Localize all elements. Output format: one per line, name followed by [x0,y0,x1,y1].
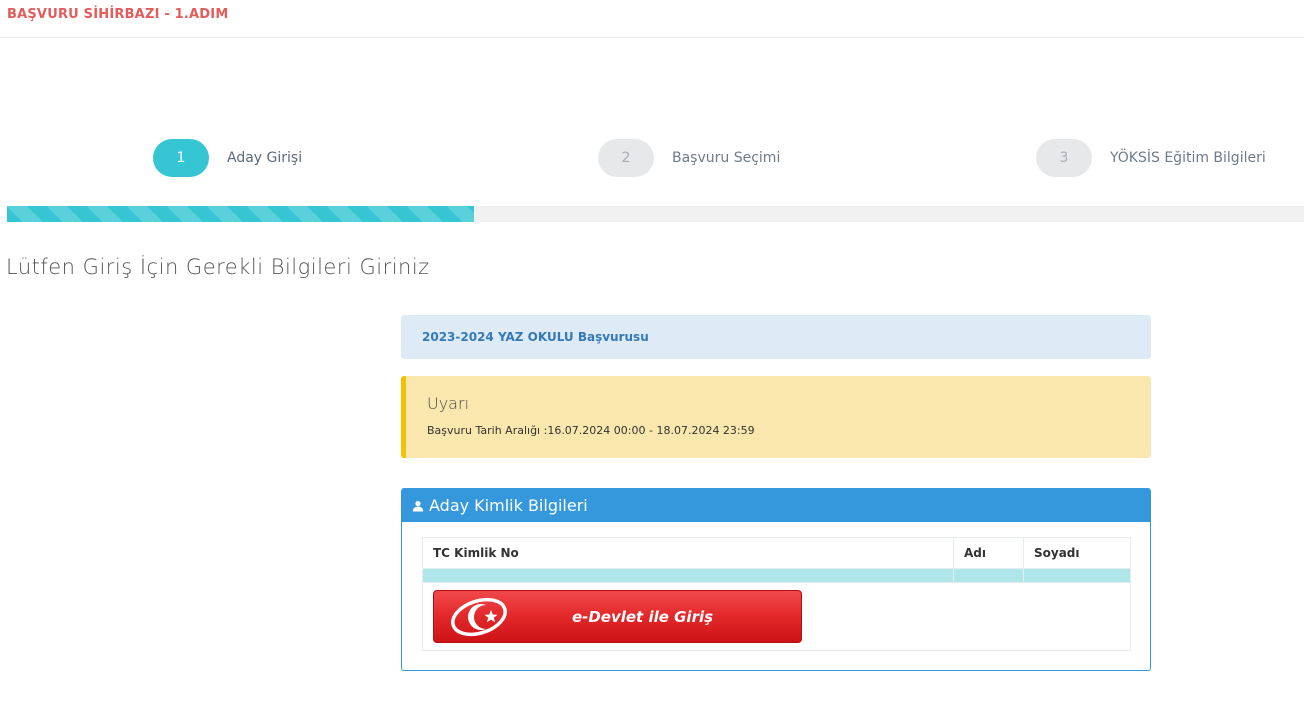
step-label: Aday Girişi [227,150,303,166]
step-basvuru-secimi[interactable]: 2 Başvuru Seçimi [598,138,780,178]
identity-panel-title: Aday Kimlik Bilgileri [429,496,588,515]
step-label: Başvuru Seçimi [672,150,781,166]
form-heading: Lütfen Giriş İçin Gerekli Bilgileri Giri… [6,255,430,279]
edevlet-login-label: e-Devlet ile Giriş [571,607,714,626]
table-cell [422,568,954,583]
warning-alert: Uyarı Başvuru Tarih Aralığı :16.07.2024 … [401,376,1151,458]
column-soyadi: Soyadı [1023,537,1131,569]
main-content: 2023-2024 YAZ OKULU Başvurusu Uyarı Başv… [401,315,1151,671]
step-yoksis-egitim[interactable]: 3 YÖKSİS Eğitim Bilgileri [1036,138,1266,178]
top-bar: BAŞVURU SİHİRBAZI - 1.ADIM [0,0,1304,38]
application-name: 2023-2024 YAZ OKULU Başvurusu [422,330,649,344]
user-icon [412,500,424,511]
step-label: YÖKSİS Eğitim Bilgileri [1110,150,1266,166]
table-row: e-Devlet ile Giriş [422,582,1131,651]
step-number: 3 [1036,139,1092,177]
step-number: 1 [153,139,209,177]
table-cell [953,582,1024,651]
column-tc-kimlik-no: TC Kimlik No [422,537,954,569]
table-cell [1023,582,1131,651]
page: BAŞVURU SİHİRBAZI - 1.ADIM 1 Aday Girişi… [0,0,1304,707]
table-cell [953,568,1024,583]
edevlet-login-button[interactable]: e-Devlet ile Giriş [433,590,802,643]
identity-panel: Aday Kimlik Bilgileri TC Kimlik No Adı S… [401,488,1151,671]
identity-panel-body: TC Kimlik No Adı Soyadı e-Devlet ile Gir… [402,522,1150,651]
step-number: 2 [598,139,654,177]
login-button-cell: e-Devlet ile Giriş [422,582,954,651]
edevlet-logo-icon [434,591,524,642]
progress-fill [7,206,474,222]
page-title: BAŞVURU SİHİRBAZI - 1.ADIM [7,7,229,22]
table-header-row: TC Kimlik No Adı Soyadı [422,537,1131,569]
warning-text: Başvuru Tarih Aralığı :16.07.2024 00:00 … [427,424,755,437]
warning-title: Uyarı [427,394,470,413]
column-adi: Adı [953,537,1024,569]
table-cell [1023,568,1131,583]
identity-panel-header: Aday Kimlik Bilgileri [402,489,1150,522]
wizard-steps: 1 Aday Girişi 2 Başvuru Seçimi 3 YÖKSİS … [0,138,1304,178]
table-row [422,568,1131,583]
application-info-box: 2023-2024 YAZ OKULU Başvurusu [401,315,1151,359]
identity-table: TC Kimlik No Adı Soyadı e-Devlet ile Gir… [422,537,1131,651]
wizard-progress-bar [7,206,1304,222]
step-aday-girisi[interactable]: 1 Aday Girişi [153,138,302,178]
